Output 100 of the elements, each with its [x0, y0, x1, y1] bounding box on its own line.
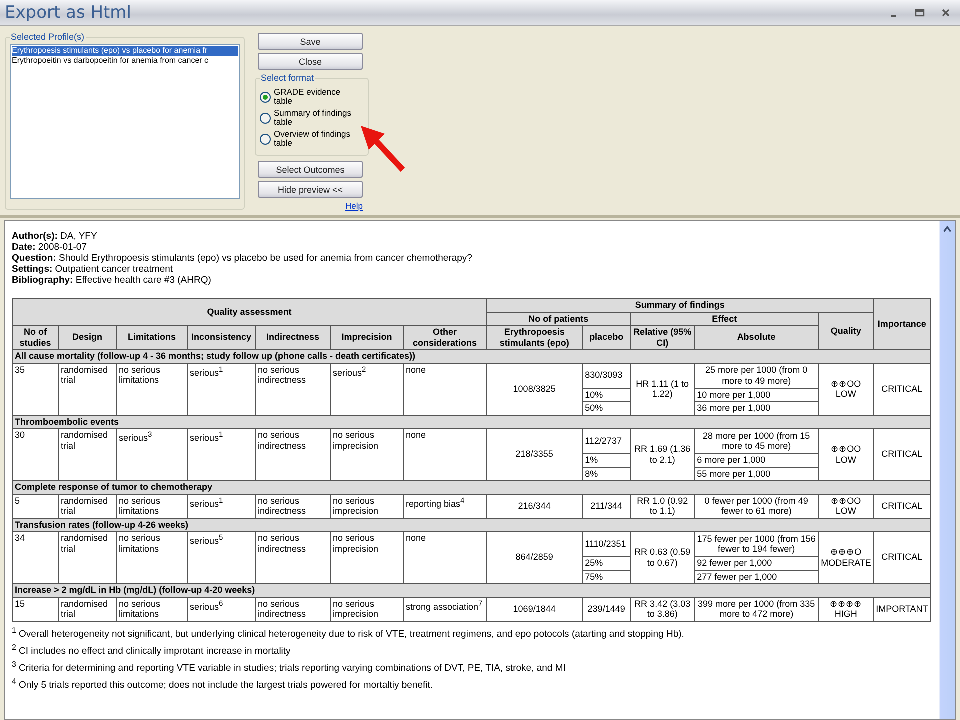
footnote: $^{1}$ Overall heterogeneity not significant, but underlying clinical heterogeneity due to risk of VTE, treatment regimens, and epo potocols (atarting and stopping Hb).	[12, 624, 686, 641]
table-cell: CRITICAL	[874, 494, 931, 518]
footnote: $^{4}$ Only 5 trials reported this outcome; does not include the largest trials powered for mortaltiy benefit.	[12, 676, 434, 692]
profile-list[interactable]: Erythropoesis stimulants (epo) vs placebo for anemia fr Erythropoeitin vs darbopoeitin for anemia from cancer c	[10, 44, 240, 199]
radio-button[interactable]	[260, 134, 271, 144]
table-cell: 211/344	[582, 494, 631, 518]
radio-button[interactable]	[260, 112, 271, 124]
certainty-symbols: ⊕⊕OO	[830, 444, 862, 454]
group-label: Select format	[260, 73, 316, 83]
footnote: $^{3}$ Criteria for determining and reporting VTE variable in studies; trials reporting varying combinations of DVT, PE, TIA, stroke, and MI	[12, 658, 567, 675]
maximize-icon[interactable]	[914, 6, 926, 18]
profile-detail: Author(s): DA, YFY	[12, 231, 98, 242]
column-header: No of patients	[486, 312, 631, 326]
table-cell: 92 fewer per 1,000	[694, 556, 819, 570]
certainty-symbols: ⊕⊕⊕O	[830, 547, 863, 558]
outcome-heading: Transfusion rates (follow-up 4-26 weeks)	[12, 518, 931, 532]
profile-detail: Bibliography: Effective health care #3 (AHRQ)	[12, 275, 212, 286]
table-cell: randomised trial	[58, 597, 116, 621]
table-cell: 0 fewer per 1000 (from 49 fewer to 61 more)	[694, 494, 819, 518]
table-cell: 5	[12, 494, 58, 518]
column-header: Erythropoesis stimulants (epo)	[486, 326, 583, 350]
certainty-symbols: ⊕⊕⊕⊕	[829, 598, 864, 609]
column-header: Summary of findings	[486, 298, 874, 312]
table-cell: 1110/2351	[582, 532, 631, 556]
column-header: Absolute	[694, 326, 819, 350]
table-cell: 25%	[582, 556, 631, 570]
profile-detail: Date: 2008-01-07	[12, 242, 88, 253]
table-cell: randomised trial	[58, 363, 116, 415]
column-header: Other considerations	[404, 326, 487, 350]
table-cell: serious$^{2}$	[330, 363, 404, 415]
quality-rating: MODERATE	[821, 558, 872, 568]
outcome-heading: Complete response of tumor to chemotherapy	[12, 480, 931, 494]
footnote: $^{2}$ CI includes no effect and clinically improtant increase in mortality	[12, 642, 292, 658]
column-header: No of studies	[12, 326, 58, 350]
column-header: placebo	[582, 326, 631, 350]
certainty-symbols: ⊕⊕OO	[830, 378, 862, 389]
profile-item[interactable]: Erythropoesis stimulants (epo) vs placebo for anemia fr	[12, 46, 238, 56]
close-icon[interactable]	[940, 6, 952, 18]
dialog-button[interactable]: Close	[258, 53, 363, 70]
table-cell: no serious indirectness	[256, 363, 330, 415]
table-cell: none	[404, 363, 487, 415]
column-header: Indirectness	[256, 326, 330, 350]
table-cell: no serious limitations	[116, 597, 188, 621]
column-header: Design	[58, 326, 116, 350]
table-cell: serious$^{1}$	[188, 494, 256, 518]
column-header: Limitations	[116, 326, 188, 350]
table-cell: 112/2737	[582, 428, 631, 454]
vertical-scrollbar[interactable]	[939, 221, 955, 719]
group-label: Selected Profile(s)	[10, 32, 86, 42]
option-label[interactable]: Summary of findings table	[274, 109, 356, 127]
dialog-button[interactable]: Hide preview <<	[258, 181, 363, 198]
column-header: Relative (95% CI)	[630, 326, 695, 350]
outcome-heading: Thromboembolic events	[12, 415, 931, 428]
table-cell: RR 3.42 (3.03 to 3.86)	[630, 597, 695, 621]
table-cell: 1069/1844	[486, 597, 583, 621]
column-header: Effect	[630, 312, 819, 326]
table-cell: no serious limitations	[116, 363, 188, 415]
table-cell: strong association$^{7}$	[404, 597, 487, 621]
window-title: Export as Html	[5, 2, 132, 22]
dialog-button[interactable]: Save	[258, 33, 363, 50]
table-cell: CRITICAL	[874, 363, 931, 415]
help-link[interactable]: Help	[346, 201, 363, 211]
dialog-button[interactable]: Select Outcomes	[258, 161, 363, 178]
table-cell: 25 more per 1000 (from 0 more to 49 more)	[694, 363, 819, 388]
radio-button[interactable]	[260, 92, 271, 102]
option-label[interactable]: Overview of findings table	[274, 130, 356, 148]
table-cell: 36 more per 1,000	[694, 402, 819, 415]
table-cell: IMPORTANT	[874, 597, 931, 621]
column-header: Inconsistency	[188, 326, 256, 350]
quality-rating: HIGH	[834, 609, 858, 620]
table-cell: no serious imprecision	[330, 597, 404, 621]
table-cell: randomised trial	[58, 494, 116, 518]
table-cell: 35	[12, 363, 58, 415]
quality-rating: LOW	[834, 389, 858, 400]
table-cell: 28 more per 1000 (from 15 more to 45 more)	[694, 428, 819, 454]
profile-detail: Settings: Outpatient cancer treatment	[12, 264, 174, 275]
table-cell: serious$^{6}$	[188, 597, 256, 621]
table-cell: 830/3093	[582, 363, 631, 388]
table-cell: no serious indirectness	[256, 597, 330, 621]
outcome-heading: All cause mortality (follow-up 4 - 36 months; study follow up (phone calls - death certificates))	[12, 350, 931, 363]
table-cell: no serious imprecision	[330, 494, 404, 518]
option-label[interactable]: GRADE evidence table	[274, 88, 356, 106]
table-cell: 50%	[582, 402, 631, 415]
table-cell: no serious limitations	[116, 494, 188, 518]
table-cell: 1008/3825	[486, 363, 583, 415]
column-header: Imprecision	[330, 326, 404, 350]
profile-item[interactable]: Erythropoeitin vs darbopoeitin for anemia from cancer c	[12, 56, 238, 66]
table-cell: reporting bias$^{4}$	[404, 494, 487, 518]
table-cell: serious$^{1}$	[188, 363, 256, 415]
column-header: Quality	[818, 312, 874, 350]
table-cell: no serious indirectness	[256, 494, 330, 518]
scroll-up-icon[interactable]	[942, 224, 953, 235]
table-cell: 15	[12, 597, 58, 621]
table-cell: 1%	[582, 454, 631, 467]
profile-detail: Question: Should Erythropoesis stimulants (epo) vs placebo be used for anemia from cancer chemotherapy?	[12, 253, 474, 264]
annotation-arrow	[361, 126, 406, 172]
table-cell: 216/344	[486, 494, 583, 518]
table-cell: 239/1449	[582, 597, 631, 621]
column-header: Quality assessment	[12, 298, 487, 326]
quality-rating: LOW	[834, 454, 858, 465]
